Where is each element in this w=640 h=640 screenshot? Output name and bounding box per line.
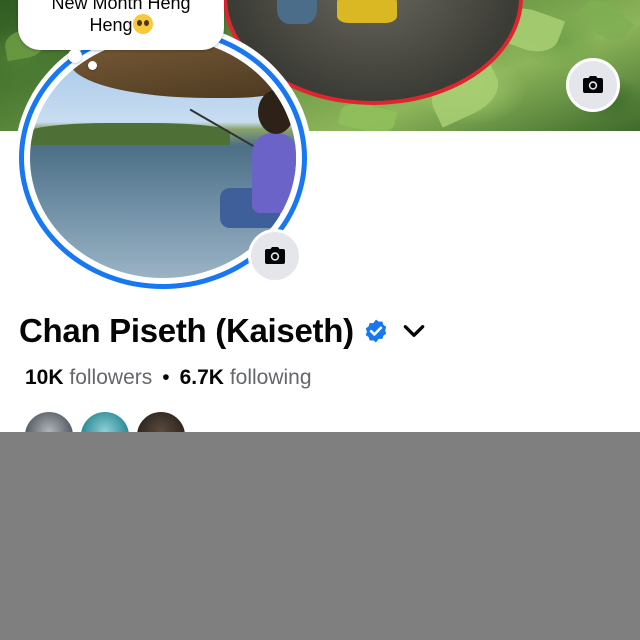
edit-profile-picture-button[interactable]: [248, 229, 302, 283]
following-link[interactable]: 6.7K following: [180, 366, 312, 389]
bubble-tail-dot: [88, 61, 97, 70]
followers-label: followers: [69, 366, 153, 389]
verified-badge-icon: [365, 319, 386, 343]
following-count: 6.7K: [179, 366, 224, 389]
edit-cover-photo-button[interactable]: [566, 58, 620, 112]
camera-icon: [583, 76, 603, 93]
profile-name: Chan Piseth (Kaiseth): [19, 312, 354, 349]
followers-link[interactable]: 10K followers: [25, 366, 152, 389]
follow-stats: 10K followers • 6.7K following: [25, 366, 312, 390]
status-note-line2: Heng: [18, 14, 224, 36]
status-note-bubble[interactable]: New Month Heng Heng: [18, 0, 224, 50]
profile-name-row: Chan Piseth (Kaiseth): [19, 312, 427, 350]
status-note-line1: New Month Heng: [51, 0, 191, 13]
stats-separator: •: [162, 366, 170, 389]
followers-count: 10K: [25, 366, 64, 389]
camera-icon: [265, 247, 285, 264]
following-label: following: [229, 366, 312, 389]
pleading-face-emoji-icon: [132, 14, 153, 34]
bubble-tail-dot: [68, 49, 82, 63]
chevron-down-icon[interactable]: [401, 318, 427, 344]
gray-overlay: [0, 432, 640, 640]
